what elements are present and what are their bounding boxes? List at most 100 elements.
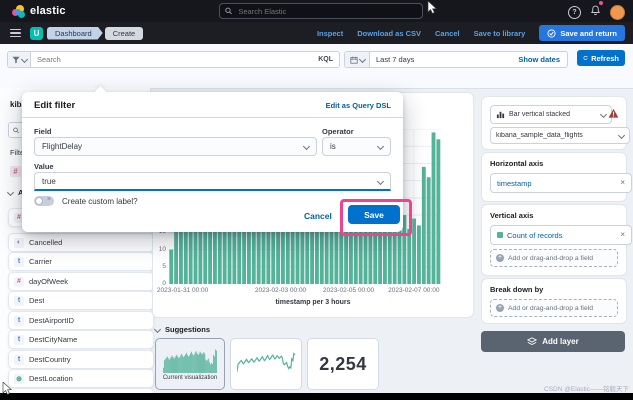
notifications-icon[interactable] — [590, 1, 603, 21]
space-badge[interactable]: U — [30, 26, 43, 40]
show-dates-link[interactable]: Show dates — [518, 55, 567, 64]
field-item-Cancelled[interactable]: ◐ Cancelled — [8, 233, 154, 252]
kql-search-input[interactable] — [31, 55, 319, 64]
bar-chart-icon — [496, 111, 505, 119]
time-range-value[interactable]: Last 7 days — [370, 55, 414, 64]
operator-label: Operator — [322, 127, 354, 136]
add-field-vertical[interactable]: + Add or drag-and-drop a field — [490, 249, 618, 267]
check-circle-icon — [547, 28, 556, 38]
dialog-cancel-link[interactable]: Cancel — [304, 211, 332, 221]
calendar-segment[interactable] — [345, 52, 370, 67]
breadcrumb-dashboard[interactable]: Dashboard — [47, 27, 103, 40]
suggestion-line-chart[interactable] — [230, 338, 302, 390]
inspect-link[interactable]: Inspect — [317, 29, 343, 38]
field-name: Carrier — [29, 257, 52, 266]
y-tick-label: 10 — [158, 245, 166, 253]
suggestion-current[interactable]: Current visualization — [155, 338, 225, 390]
global-search[interactable] — [219, 3, 423, 19]
letterbox-strip — [0, 393, 633, 400]
layers-icon — [527, 336, 538, 345]
x-tick-label: 2023-02-03 00:00 — [254, 287, 307, 294]
edit-as-query-dsl-link[interactable]: Edit as Query DSL — [326, 101, 391, 110]
suggestions-header[interactable]: Suggestions — [153, 325, 210, 334]
field-item-DestLocation[interactable]: ⊕ DestLocation — [8, 369, 154, 388]
operator-combobox[interactable]: is — [322, 137, 391, 156]
brand-text: elastic — [30, 5, 66, 17]
dialog-save-button[interactable]: Save — [348, 205, 400, 224]
dimension-timestamp[interactable]: timestamp × — [490, 173, 632, 193]
field-item-dayOfWeek[interactable]: # dayOfWeek — [8, 272, 154, 291]
line-thumbnail — [237, 352, 295, 372]
string-field-icon: t — [14, 354, 24, 365]
horizontal-axis-label: Horizontal axis — [490, 159, 544, 168]
custom-label-toggle[interactable]: × — [34, 196, 54, 206]
help-icon[interactable]: ? — [568, 5, 581, 19]
breakdown-section: Break down by + Add or drag-and-drop a f… — [481, 278, 627, 324]
field-name: DestCityName — [29, 335, 78, 344]
breakdown-label: Break down by — [490, 285, 544, 294]
plus-icon: + — [496, 304, 504, 312]
elastic-brand[interactable]: elastic — [12, 4, 66, 18]
horizontal-axis-section: Horizontal axis timestamp × — [481, 152, 632, 202]
suggestion-label: Current visualization — [162, 375, 218, 381]
warning-icon[interactable] — [608, 108, 619, 119]
string-field-icon: t — [14, 315, 24, 326]
plus-icon: + — [496, 254, 504, 262]
time-range-picker[interactable]: Last 7 days Show dates — [344, 51, 568, 68]
metric-value: 2,254 — [319, 353, 367, 374]
value-combobox[interactable]: true — [34, 172, 391, 191]
string-field-icon: t — [14, 256, 24, 267]
dimension-count-of-records[interactable]: Count of records × — [490, 225, 632, 245]
remove-dimension-icon[interactable]: × — [620, 231, 625, 239]
field-item-DestCityName[interactable]: t DestCityName — [8, 330, 154, 349]
refresh-icon — [583, 55, 588, 60]
cancel-link[interactable]: Cancel — [435, 29, 460, 38]
add-field-breakdown[interactable]: + Add or drag-and-drop a field — [490, 299, 618, 317]
x-axis-title: timestamp per 3 hours — [275, 299, 351, 306]
menu-icon[interactable] — [10, 27, 21, 39]
number-field-icon: # — [14, 276, 24, 287]
field-item-Dest[interactable]: t Dest — [8, 291, 154, 310]
user-avatar[interactable] — [610, 4, 625, 20]
remove-dimension-icon[interactable]: × — [620, 179, 625, 187]
field-name: Cancelled — [29, 238, 63, 247]
chevron-down-icon — [302, 142, 311, 151]
x-tick-label: 2023-01-31 00:00 — [156, 287, 209, 294]
refresh-button[interactable]: Refresh — [577, 50, 625, 66]
query-bar-strip: KQL Last 7 days Show dates Refresh + Add… — [0, 44, 633, 124]
custom-label-text: Create custom label? — [62, 197, 138, 206]
field-item-Carrier[interactable]: t Carrier — [8, 252, 154, 271]
chevron-down-icon — [617, 131, 626, 140]
vertical-axis-label: Vertical axis — [490, 211, 534, 220]
save-and-return-button[interactable]: Save and return — [539, 25, 625, 41]
field-name: DestCountry — [29, 355, 71, 364]
field-name: Dest — [29, 296, 45, 305]
query-filter-segment[interactable] — [8, 52, 31, 67]
field-item-DestAirportID[interactable]: t DestAirportID — [8, 311, 154, 330]
edit-filter-dialog: Edit filter Edit as Query DSL Field Flig… — [22, 86, 412, 236]
add-layer-button[interactable]: Add layer — [481, 331, 625, 352]
toggle-knob — [35, 197, 43, 205]
global-search-input[interactable] — [236, 5, 417, 17]
chevron-down-icon — [358, 55, 366, 64]
field-type-filter-badge[interactable]: # — [10, 166, 21, 177]
field-item-DestCountry[interactable]: t DestCountry — [8, 350, 154, 369]
field-name: DestLocation — [29, 374, 73, 383]
string-field-icon: t — [14, 295, 24, 306]
toggle-off-icon: × — [46, 196, 51, 203]
bar-thumbnail — [163, 349, 217, 373]
field-combobox[interactable]: FlightDelay — [34, 137, 317, 156]
save-to-library-link[interactable]: Save to library — [474, 29, 526, 38]
data-view-select[interactable]: kibana_sample_data_flights — [490, 127, 630, 144]
download-csv-link[interactable]: Download as CSV — [357, 29, 421, 38]
suggestion-metric[interactable]: 2,254 — [307, 338, 379, 390]
calendar-icon — [349, 56, 358, 64]
top-navbar: elastic ? — [0, 0, 633, 22]
watermark: CSDN @Elastic——铭毅天下 — [544, 386, 629, 393]
query-input-wrap[interactable]: KQL — [7, 51, 340, 68]
vertical-axis-section: Vertical axis Count of records × + Add o… — [481, 204, 632, 276]
kibana-lens-editor: elastic ? U Dashboard Create Inspect Dow… — [0, 0, 633, 400]
search-icon — [13, 127, 19, 133]
string-field-icon: t — [14, 334, 24, 345]
chart-type-select[interactable]: Bar vertical stacked — [490, 105, 612, 124]
